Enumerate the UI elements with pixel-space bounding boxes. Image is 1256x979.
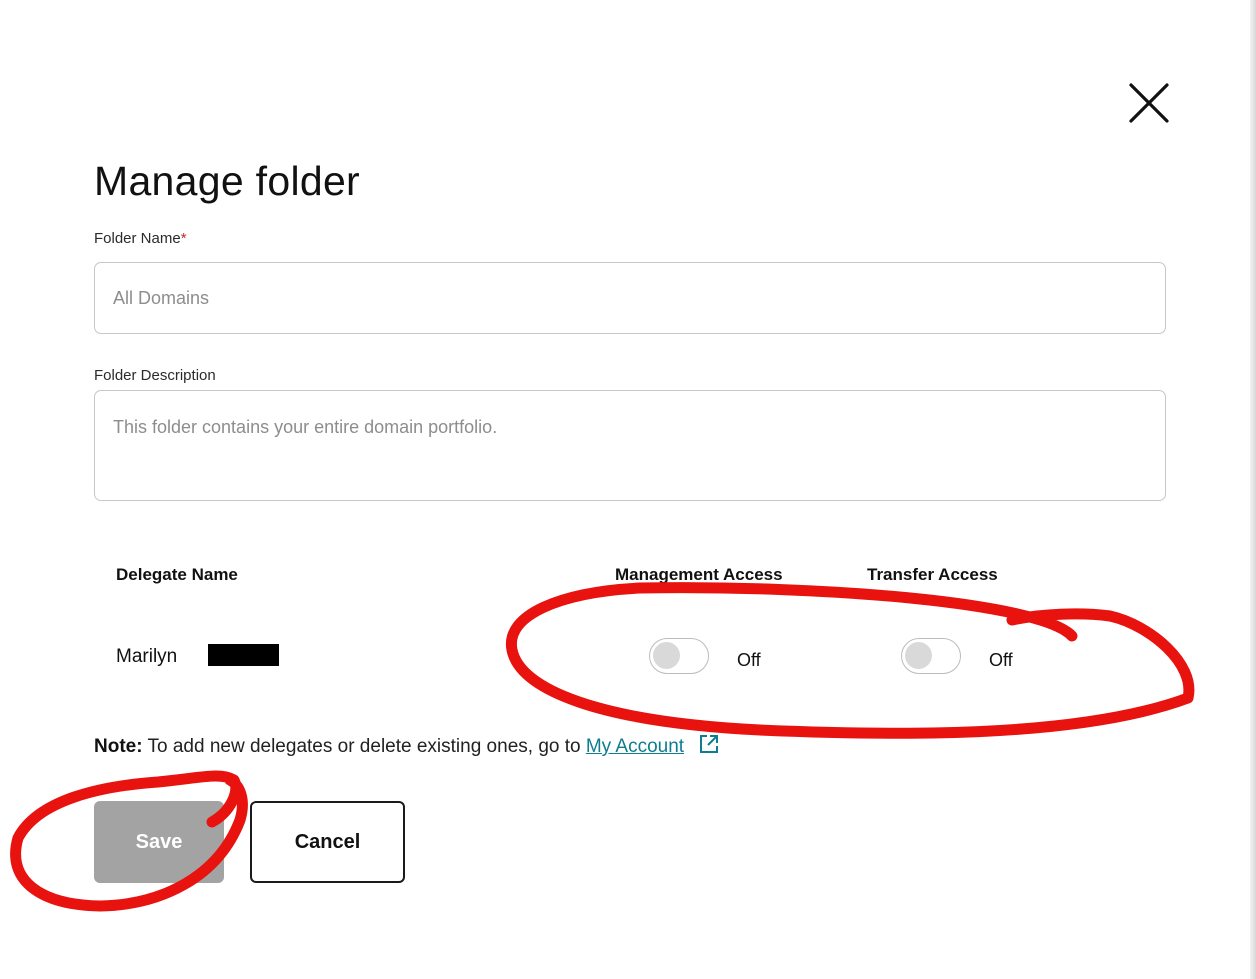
- management-access-header: Management Access: [615, 565, 783, 584]
- required-marker: *: [180, 230, 187, 247]
- toggle-knob: [653, 642, 680, 669]
- close-button[interactable]: [1124, 78, 1174, 128]
- folder-description-input[interactable]: [94, 390, 1166, 501]
- dialog-title: Manage folder: [94, 158, 361, 204]
- close-icon: [1129, 83, 1169, 123]
- delegate-name: Marilyn: [116, 646, 178, 667]
- note-body: To add new delegates or delete existing …: [142, 736, 586, 757]
- management-access-toggle[interactable]: [649, 638, 709, 674]
- external-link-icon[interactable]: [698, 733, 720, 761]
- save-button[interactable]: Save: [94, 801, 224, 883]
- transfer-access-toggle[interactable]: [901, 638, 961, 674]
- transfer-access-header: Transfer Access: [867, 565, 998, 584]
- redaction-bar: [208, 644, 279, 666]
- management-access-state: Off: [737, 650, 761, 670]
- folder-description-label: Folder Description: [94, 367, 216, 384]
- folder-name-label-text: Folder Name: [94, 230, 181, 247]
- note-prefix: Note:: [94, 736, 143, 757]
- folder-name-label: Folder Name*: [94, 230, 187, 247]
- folder-name-input[interactable]: [94, 262, 1166, 334]
- cancel-button[interactable]: Cancel: [250, 801, 405, 883]
- my-account-link[interactable]: My Account: [586, 736, 684, 757]
- toggle-knob: [905, 642, 932, 669]
- window-edge: [1250, 0, 1256, 979]
- delegate-name-header: Delegate Name: [116, 565, 238, 584]
- toggle-annotation-circle: [505, 582, 1195, 739]
- note-text: Note: To add new delegates or delete exi…: [94, 733, 720, 761]
- transfer-access-state: Off: [989, 650, 1013, 670]
